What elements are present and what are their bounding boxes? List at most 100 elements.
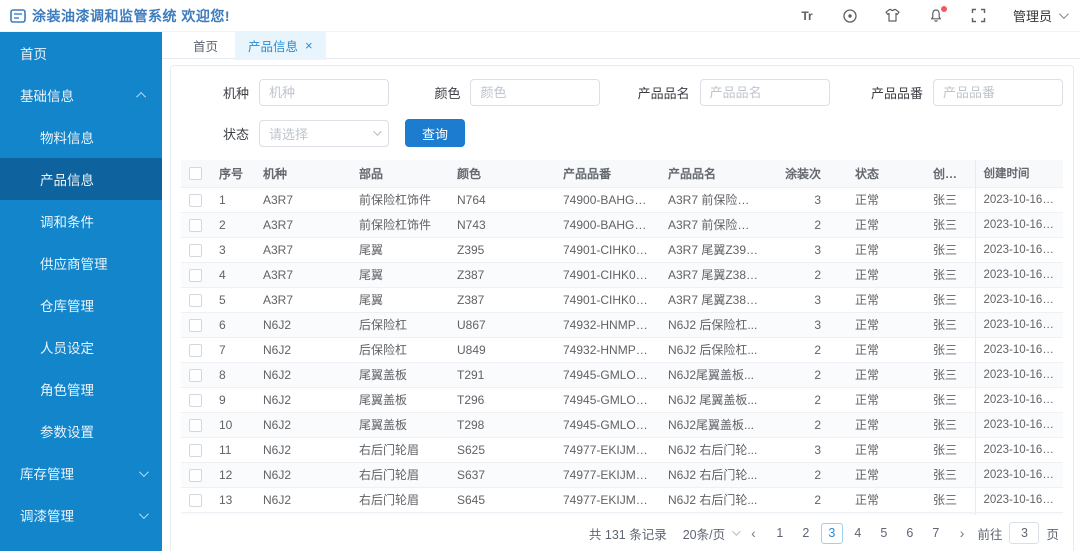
table-cell: 张三 <box>925 187 975 213</box>
notification-bell-icon[interactable] <box>927 5 947 25</box>
row-checkbox[interactable] <box>189 218 202 232</box>
column-header: 涂装次 <box>767 160 847 188</box>
table-cell: N6J2 后保险杠... <box>660 337 767 363</box>
user-menu[interactable]: 管理员 <box>1013 6 1069 25</box>
table-cell: 74900-BAHG00... <box>555 212 660 238</box>
product-number-input[interactable] <box>933 79 1063 106</box>
select-chevron-icon <box>373 127 382 136</box>
row-checkbox[interactable] <box>189 293 202 307</box>
chevron-up-icon <box>136 91 147 102</box>
sidebar-item[interactable]: 仓库管理 <box>0 284 162 326</box>
close-icon[interactable]: × <box>305 39 313 52</box>
table-cell: N6J2 <box>255 437 351 463</box>
sidebar-item[interactable]: 调和条件 <box>0 200 162 242</box>
tab-item[interactable]: 首页 <box>180 31 231 60</box>
table-cell: Z387 <box>449 262 555 288</box>
row-checkbox-cell <box>181 337 211 363</box>
filter-form: 机种 颜色 产品品名 产品品番 <box>181 79 1063 160</box>
product-number-label: 产品品番 <box>870 86 923 101</box>
topbar-actions: Tr 管理员 <box>798 5 1069 25</box>
row-checkbox[interactable] <box>189 418 202 432</box>
table-cell: 张三 <box>925 437 975 463</box>
page-number-button[interactable]: 7 <box>925 523 947 544</box>
fullscreen-icon[interactable] <box>970 7 988 25</box>
next-page-button[interactable]: › <box>957 525 968 541</box>
select-all-checkbox[interactable] <box>189 167 202 181</box>
sidebar-item[interactable]: 基础信息 <box>0 74 162 116</box>
status-select[interactable]: 请选择 <box>259 119 389 147</box>
help-circle-icon[interactable] <box>841 7 859 25</box>
app-window: 涂装油漆调和监管系统 欢迎您! Tr 管理员 首页 基础信息 物料信息 产品信息 调和条… <box>0 0 1080 551</box>
pagination-bar: 共 131 条记录 20条/页 ‹ 1234567 › 前往 页 <box>181 515 1063 551</box>
prev-page-button[interactable]: ‹ <box>748 525 759 541</box>
column-header: 状态 <box>847 160 925 188</box>
sidebar-item[interactable]: 供应商管理 <box>0 242 162 284</box>
sidebar-item[interactable]: 首页 <box>0 32 162 74</box>
table-cell: 正常 <box>847 187 925 213</box>
sidebar-item[interactable]: 角色管理 <box>0 368 162 410</box>
table-cell: 2 <box>767 262 847 288</box>
table-cell: 2023-10-16 00:... <box>974 362 1063 388</box>
column-header: 创建时间 <box>974 160 1063 188</box>
select-chevron-icon <box>732 527 741 536</box>
sidebar-item-label: 角色管理 <box>40 383 94 398</box>
sidebar-item[interactable]: 参数设置 <box>0 410 162 452</box>
machine-type-label: 机种 <box>222 86 249 101</box>
row-checkbox[interactable] <box>189 443 202 457</box>
table-cell: A3R7 <box>255 262 351 288</box>
sidebar-item[interactable]: 产品信息 <box>0 158 162 200</box>
column-header: 序号 <box>211 160 255 188</box>
row-checkbox[interactable] <box>189 243 202 257</box>
page-number-button[interactable]: 2 <box>795 523 817 544</box>
chevron-down-icon <box>138 508 149 519</box>
column-header: 颜色 <box>449 160 555 188</box>
row-checkbox[interactable] <box>189 318 202 332</box>
row-checkbox[interactable] <box>189 268 202 282</box>
table-cell: 2023-10-16 00:... <box>974 487 1063 513</box>
page-number-button[interactable]: 3 <box>820 522 843 544</box>
table-row: 2 A3R7 前保险杠饰件 N743 74900-BAHG00... A3R7 前保险杠.… <box>181 212 1063 238</box>
table-cell: 2023-10-16 00:... <box>974 412 1063 438</box>
page-number-button[interactable]: 1 <box>769 523 791 544</box>
row-checkbox[interactable] <box>189 193 202 207</box>
tab-active[interactable]: 产品信息 × <box>235 30 326 60</box>
table-cell: 3 <box>767 287 847 313</box>
table-cell: 2 <box>767 212 847 238</box>
search-button[interactable]: 查询 <box>405 119 466 147</box>
sidebar-menu: 首页 基础信息 物料信息 产品信息 调和条件 供应商管理 仓库管理 人员设定角色管理参数设置库… <box>0 32 162 551</box>
sidebar-item[interactable]: 调漆管理 <box>0 494 162 536</box>
table-cell: 2 <box>767 412 847 438</box>
page-number-button[interactable]: 4 <box>847 523 869 544</box>
table-cell: 74977-EKIJM0... <box>555 487 660 513</box>
page-number-button[interactable]: 5 <box>873 523 895 544</box>
row-checkbox[interactable] <box>189 493 202 507</box>
row-checkbox[interactable] <box>189 468 202 482</box>
table-cell: N6J2 右后门轮... <box>660 487 767 513</box>
table-cell: 张三 <box>925 287 975 313</box>
sidebar-item[interactable]: 库存管理 <box>0 452 162 494</box>
table-cell: 尾翼 <box>351 237 449 263</box>
row-checkbox[interactable] <box>189 343 202 357</box>
goto-page-input[interactable] <box>1009 522 1040 544</box>
page-number-button[interactable]: 6 <box>899 523 921 544</box>
sidebar-item-label: 调漆管理 <box>20 509 74 524</box>
table-row: 12 N6J2 右后门轮眉 S637 74977-EKIJM0... N6J2 右后门轮.… <box>181 462 1063 488</box>
page-size-select[interactable]: 20条/页 <box>683 524 741 543</box>
table-cell: A3R7 尾翼Z387... <box>660 262 767 288</box>
row-checkbox[interactable] <box>189 393 202 407</box>
table-cell: 2 <box>767 487 847 513</box>
table-cell: 正常 <box>847 337 925 363</box>
theme-shirt-icon[interactable] <box>884 7 902 25</box>
color-input[interactable] <box>470 79 601 106</box>
machine-type-input[interactable] <box>259 79 389 106</box>
sidebar-item[interactable]: 物料信息 <box>0 116 162 158</box>
product-name-input[interactable] <box>699 79 830 106</box>
row-checkbox[interactable] <box>189 368 202 382</box>
product-name-label: 产品品名 <box>637 86 690 101</box>
sidebar-item[interactable]: 人员设定 <box>0 326 162 368</box>
table-cell: 74977-EKIJM0... <box>555 437 660 463</box>
table-cell: A3R7 前保险杠... <box>660 187 767 213</box>
table-cell: 张三 <box>925 362 975 388</box>
language-icon[interactable]: Tr <box>798 7 816 25</box>
table-cell: 9 <box>211 387 255 413</box>
